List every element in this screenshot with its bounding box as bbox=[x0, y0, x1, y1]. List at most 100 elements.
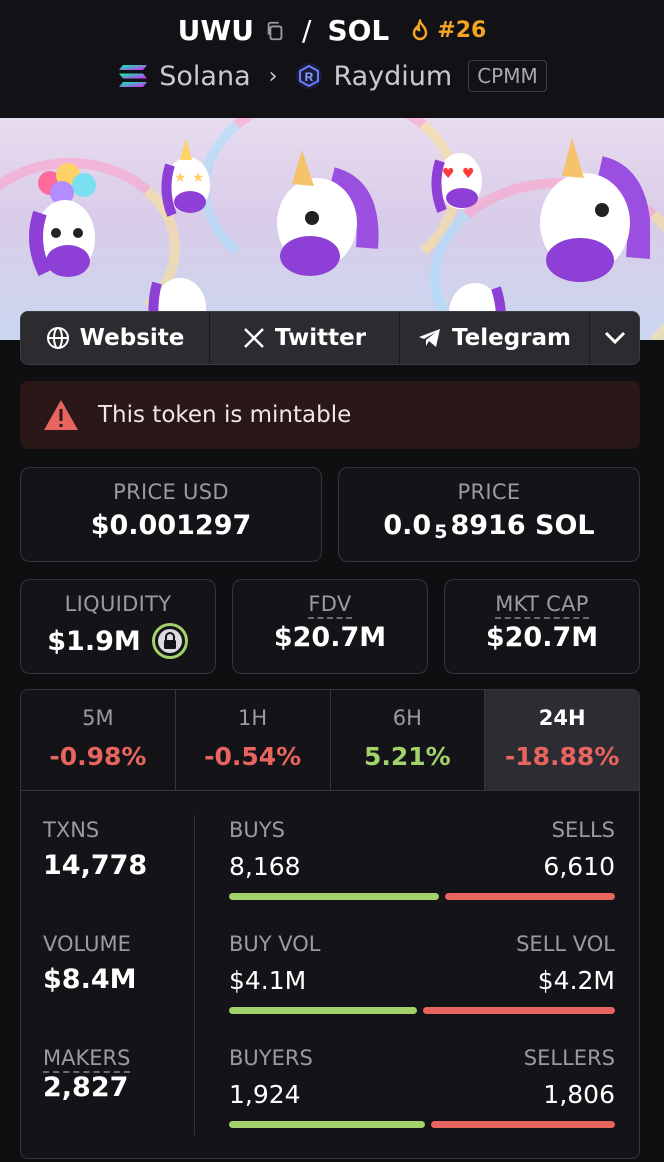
twitter-button[interactable]: Twitter bbox=[210, 312, 400, 364]
chevron-right-icon: › bbox=[268, 63, 278, 89]
mkt-cap-value: $20.7M bbox=[485, 622, 599, 653]
timeframe-tabs: 5M -0.98% 1H -0.54% 6H 5.21% 24H -18.88% bbox=[21, 690, 639, 791]
price-usd-card: PRICE USD $0.001297 bbox=[20, 467, 322, 562]
buy-sell-volume-row: BUY VOL SELL VOL $4.1M $4.2M bbox=[229, 932, 615, 1014]
warning-text: This token is mintable bbox=[98, 402, 352, 428]
tab-6h-change: 5.21% bbox=[364, 742, 451, 771]
trading-stats-panel: 5M -0.98% 1H -0.54% 6H 5.21% 24H -18.88%… bbox=[20, 689, 640, 1159]
liquidity-value-row: $1.9M bbox=[21, 622, 215, 660]
buyers-sellers-row: BUYERS SELLERS 1,924 1,806 bbox=[229, 1046, 615, 1128]
volume-value: $8.4M bbox=[43, 964, 137, 995]
unicorn-illustration: ★ ★ bbox=[161, 138, 210, 217]
chevron-down-icon bbox=[604, 331, 625, 345]
trending-rank[interactable]: #26 bbox=[409, 18, 486, 43]
tab-1h-change: -0.54% bbox=[204, 742, 302, 771]
price-prefix: 0.0 bbox=[383, 510, 432, 541]
buyers-label: BUYERS bbox=[229, 1046, 313, 1070]
unicorn-illustration bbox=[540, 138, 650, 282]
tab-5m-change: -0.98% bbox=[49, 742, 147, 771]
raydium-logo-icon: R bbox=[296, 63, 323, 89]
makers-label[interactable]: MAKERS bbox=[43, 1046, 131, 1073]
buy-vol-bar bbox=[229, 1007, 417, 1014]
telegram-icon bbox=[418, 329, 440, 347]
svg-text:♥: ♥ bbox=[442, 166, 455, 182]
volume-stat: VOLUME $8.4M bbox=[43, 932, 137, 995]
chain-dex-row: Solana › R Raydium CPMM bbox=[0, 60, 664, 92]
chain-name[interactable]: Solana bbox=[159, 61, 250, 92]
buys-bar bbox=[229, 893, 439, 900]
tab-5m[interactable]: 5M -0.98% bbox=[21, 690, 176, 790]
unicorn-illustration bbox=[277, 150, 379, 276]
x-logo-icon bbox=[243, 328, 264, 348]
buyers-sellers-ratio-bar bbox=[229, 1121, 615, 1128]
lock-icon[interactable] bbox=[151, 622, 189, 660]
more-links-button[interactable] bbox=[590, 312, 639, 364]
price-digits: 8916 SOL bbox=[450, 510, 595, 541]
buyers-bar bbox=[229, 1121, 425, 1128]
tab-1h[interactable]: 1H -0.54% bbox=[176, 690, 331, 790]
svg-text:R: R bbox=[305, 70, 314, 84]
mintable-warning: This token is mintable bbox=[20, 381, 640, 449]
mkt-cap-label[interactable]: MKT CAP bbox=[495, 592, 589, 619]
sellers-bar bbox=[431, 1121, 615, 1128]
sell-vol-bar bbox=[423, 1007, 615, 1014]
price-zero-count: 5 bbox=[434, 520, 448, 543]
rank-value: #26 bbox=[437, 18, 487, 43]
website-button[interactable]: Website bbox=[21, 312, 210, 364]
buy-sell-volume-ratio-bar bbox=[229, 1007, 615, 1014]
buys-label: BUYS bbox=[229, 818, 285, 842]
txns-stat: TXNS 14,778 bbox=[43, 818, 147, 881]
warning-icon bbox=[44, 400, 78, 430]
pair-header: UWU / SOL #26 Solana › R Raydium CPMM bbox=[0, 0, 664, 118]
fdv-value: $20.7M bbox=[273, 622, 387, 653]
dex-name[interactable]: Raydium bbox=[333, 61, 452, 92]
buys-sells-row: BUYS SELLS 8,168 6,610 bbox=[229, 818, 615, 900]
sellers-label: SELLERS bbox=[523, 1046, 615, 1070]
price-usd-value: $0.001297 bbox=[90, 510, 252, 541]
fdv-label[interactable]: FDV bbox=[308, 592, 352, 619]
tab-24h-label: 24H bbox=[538, 706, 586, 730]
tab-24h[interactable]: 24H -18.88% bbox=[485, 690, 639, 790]
liquidity-label: LIQUIDITY bbox=[64, 592, 172, 616]
price-native-value: 0.0 5 8916 SOL bbox=[339, 510, 639, 543]
svg-text:★: ★ bbox=[192, 170, 205, 186]
price-usd-label: PRICE USD bbox=[113, 480, 229, 504]
tab-24h-change: -18.88% bbox=[504, 742, 620, 771]
twitter-label: Twitter bbox=[274, 325, 367, 351]
solana-logo-icon bbox=[119, 65, 148, 87]
sellers-value: 1,806 bbox=[543, 1080, 615, 1109]
unicorn-illustration bbox=[29, 163, 96, 277]
unicorn-illustration: ♥ ♥ bbox=[431, 153, 482, 213]
liquidity-value: $1.9M bbox=[47, 625, 141, 657]
column-divider bbox=[194, 815, 195, 1135]
token-banner-image: ★ ★ ♥ ♥ bbox=[0, 118, 664, 340]
pair-separator: / bbox=[302, 14, 312, 47]
svg-text:♥: ♥ bbox=[462, 166, 475, 182]
sells-label: SELLS bbox=[551, 818, 615, 842]
telegram-button[interactable]: Telegram bbox=[400, 312, 590, 364]
txns-label: TXNS bbox=[43, 818, 100, 842]
telegram-label: Telegram bbox=[451, 325, 571, 351]
makers-value: 2,827 bbox=[43, 1072, 129, 1103]
tab-5m-label: 5M bbox=[82, 706, 114, 730]
copy-icon[interactable] bbox=[264, 20, 286, 42]
tab-6h[interactable]: 6H 5.21% bbox=[331, 690, 486, 790]
volume-label: VOLUME bbox=[43, 932, 131, 956]
txns-value: 14,778 bbox=[43, 850, 148, 881]
sell-vol-label: SELL VOL bbox=[516, 932, 615, 956]
price-native-label: PRICE bbox=[457, 480, 521, 504]
makers-stat: MAKERS 2,827 bbox=[43, 1046, 131, 1103]
tab-6h-label: 6H bbox=[392, 706, 422, 730]
sells-bar bbox=[445, 893, 615, 900]
buy-vol-label: BUY VOL bbox=[229, 932, 321, 956]
quote-token-symbol: SOL bbox=[327, 14, 390, 47]
globe-icon bbox=[46, 327, 69, 349]
base-token-symbol: UWU bbox=[177, 14, 255, 47]
fdv-card: FDV $20.7M bbox=[232, 579, 428, 674]
website-label: Website bbox=[79, 325, 185, 351]
sells-value: 6,610 bbox=[543, 852, 615, 881]
svg-text:★: ★ bbox=[174, 170, 187, 186]
mkt-cap-card: MKT CAP $20.7M bbox=[444, 579, 640, 674]
buyers-value: 1,924 bbox=[229, 1080, 301, 1109]
buys-value: 8,168 bbox=[229, 852, 301, 881]
